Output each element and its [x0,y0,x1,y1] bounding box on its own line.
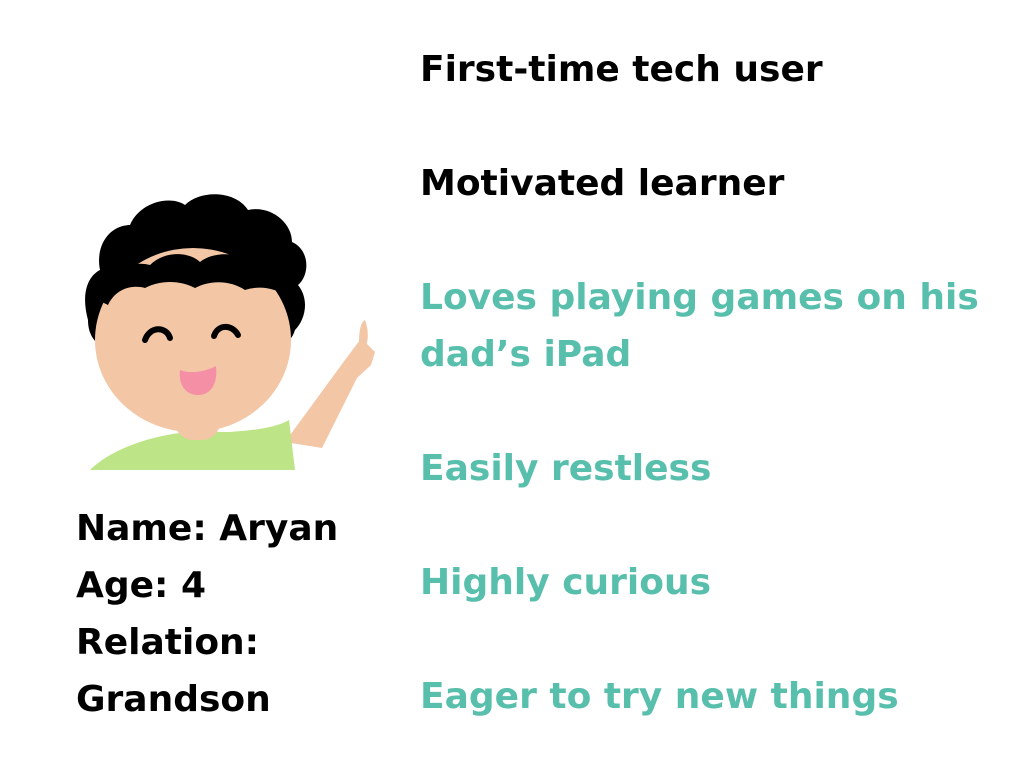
trait-item: Loves playing games on his dad’s iPad [420,277,979,375]
profile-relation-label: Relation: [76,622,260,663]
profile-relation-value: Grandson [76,679,271,720]
trait-item: Easily restless [420,448,712,489]
pointing-finger [359,320,368,346]
trait-item: First-time tech user [420,49,823,90]
trait-item: Eager to try new things [420,676,899,717]
profile-age: Age: 4 [76,565,207,606]
traits-list: First-time tech user Motivated learner L… [420,41,1010,725]
trait-item: Highly curious [420,562,712,603]
profile-name: Name: Aryan [76,508,339,549]
profile-info: Name: Aryan Age: 4 Relation: Grandson [76,500,396,728]
boy-avatar-icon [85,194,375,470]
raised-arm [285,325,375,448]
trait-item: Motivated learner [420,163,785,204]
